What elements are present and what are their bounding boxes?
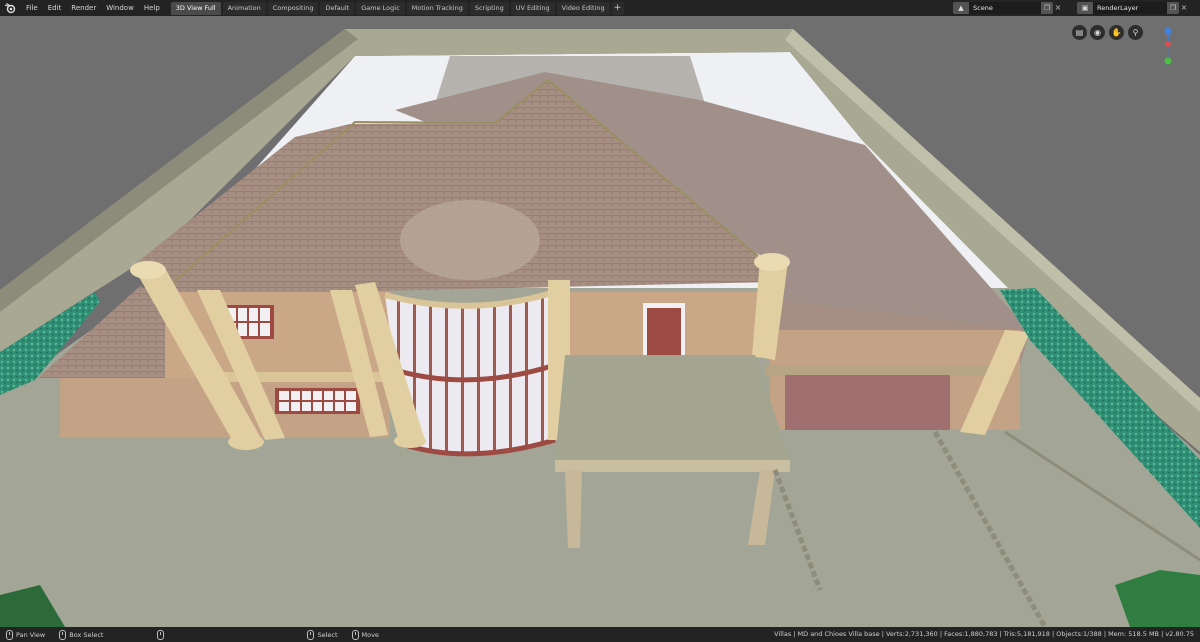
render-layer-copy-icon[interactable]: ❐: [1167, 2, 1179, 14]
3d-viewport[interactable]: ▤ ◉ ✋ ⚲: [0, 16, 1200, 627]
menu-edit[interactable]: Edit: [43, 0, 67, 16]
axis-gizmo[interactable]: [1155, 26, 1183, 68]
mouse-icon: [157, 629, 165, 640]
tab-game-logic[interactable]: Game Logic: [356, 1, 405, 15]
tab-motion-tracking[interactable]: Motion Tracking: [406, 1, 468, 15]
workspace-tabs: 3D View Full Animation Compositing Defau…: [170, 0, 624, 16]
mouse-left-click-icon: [307, 629, 315, 640]
y-axis-icon: [1164, 57, 1172, 65]
porch-roof: [555, 355, 790, 460]
mouse-right-click-icon: [351, 629, 359, 640]
top-header-bar: File Edit Render Window Help 3D View Ful…: [0, 0, 1200, 16]
scene-statistics: Villas | MD and Chioes Villa base | Vert…: [774, 630, 1194, 638]
render-layer-remove-icon[interactable]: ×: [1179, 2, 1189, 14]
scene-copy-icon[interactable]: ❐: [1041, 2, 1053, 14]
status-select-hint: Select: [301, 629, 338, 640]
blender-logo-icon[interactable]: [3, 1, 17, 15]
status-box-select-hint: Box Select: [53, 629, 104, 640]
menu-help[interactable]: Help: [139, 0, 165, 16]
garage-door: [785, 375, 950, 430]
tab-default[interactable]: Default: [320, 1, 355, 15]
z-axis-icon: [1164, 27, 1172, 35]
upper-door: [647, 308, 681, 355]
tab-compositing[interactable]: Compositing: [267, 1, 319, 15]
pan-hand-icon[interactable]: ✋: [1109, 25, 1124, 40]
status-mouse-hint: [151, 629, 167, 640]
x-axis-icon: [1165, 41, 1171, 47]
pan-view-label: Pan View: [16, 630, 46, 639]
render-layer-name-field[interactable]: RenderLayer: [1093, 2, 1167, 14]
status-pan-hint: Pan View: [0, 629, 46, 640]
render-layer-icon[interactable]: ▣: [1077, 2, 1093, 14]
menu-window[interactable]: Window: [101, 0, 139, 16]
status-move-hint: Move: [346, 629, 379, 640]
camera-view-icon[interactable]: ◉: [1090, 25, 1105, 40]
scene-remove-icon[interactable]: ×: [1053, 2, 1063, 14]
select-label: Select: [317, 630, 338, 639]
tab-scripting[interactable]: Scripting: [469, 1, 509, 15]
lower-left-window: [275, 388, 360, 414]
scene-selector: ▲ Scene ❐ ×: [953, 2, 1063, 14]
add-workspace-button[interactable]: +: [611, 1, 624, 15]
scene-icon[interactable]: ▲: [953, 2, 969, 14]
status-bar: Pan View Box Select Select Move Villas |…: [0, 627, 1200, 642]
render-layer-selector: ▣ RenderLayer ❐ ×: [1077, 2, 1189, 14]
move-label: Move: [361, 630, 379, 639]
menu-file[interactable]: File: [21, 0, 43, 16]
tab-3d-view-full[interactable]: 3D View Full: [170, 1, 221, 15]
toggle-xray-icon[interactable]: ▤: [1072, 25, 1087, 40]
tab-uv-editing[interactable]: UV Editing: [510, 1, 555, 15]
tab-animation[interactable]: Animation: [222, 1, 266, 15]
scene-name-field[interactable]: Scene: [969, 2, 1041, 14]
villa-scene-render: [0, 16, 1200, 627]
zoom-icon[interactable]: ⚲: [1128, 25, 1143, 40]
box-select-label: Box Select: [69, 630, 104, 639]
tab-video-editing[interactable]: Video Editing: [556, 1, 610, 15]
mouse-middle-icon: [6, 629, 13, 640]
menu-render[interactable]: Render: [66, 0, 101, 16]
mouse-left-icon: [59, 629, 67, 640]
